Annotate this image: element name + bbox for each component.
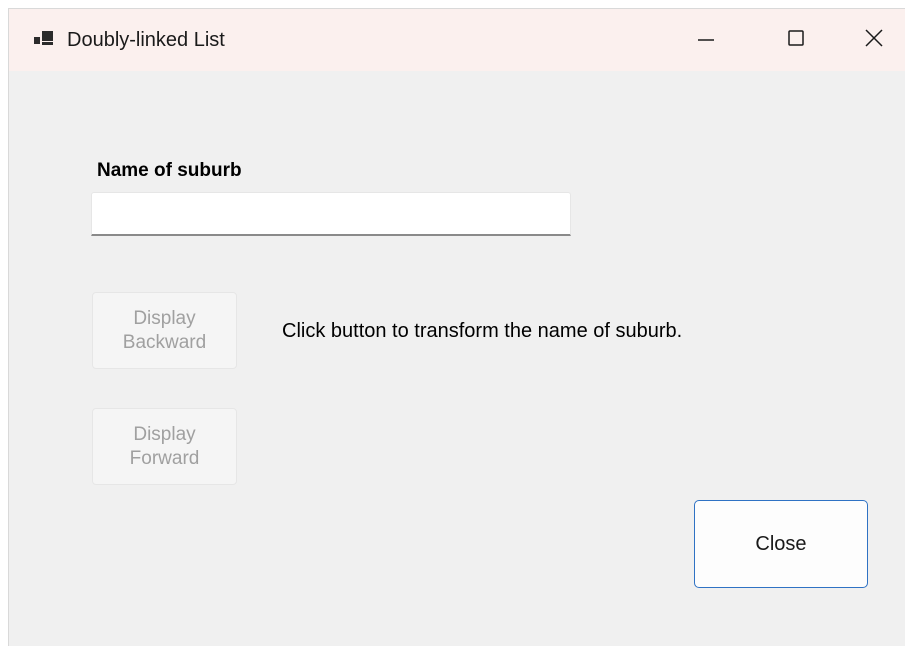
display-forward-button[interactable]: Display Forward [92, 408, 237, 485]
app-icon [33, 28, 55, 50]
display-forward-line-2: Forward [129, 447, 200, 469]
maximize-icon [785, 27, 807, 54]
maximize-button[interactable] [751, 9, 841, 71]
display-forward-line-1: Display [133, 423, 196, 445]
display-backward-line-2: Backward [122, 331, 207, 353]
display-backward-line-1: Display [133, 307, 196, 329]
close-button-label: Close [755, 533, 807, 555]
minimize-icon [695, 27, 717, 54]
close-window-button[interactable] [841, 9, 905, 71]
close-button[interactable]: Close [694, 500, 868, 588]
instruction-text: Click button to transform the name of su… [282, 320, 683, 342]
app-window: Doubly-linked List Name of suburb Displa… [8, 8, 905, 646]
title-bar[interactable]: Doubly-linked List [9, 9, 905, 71]
window-title: Doubly-linked List [67, 29, 225, 51]
close-icon [863, 27, 885, 54]
minimize-button[interactable] [661, 9, 751, 71]
display-backward-button[interactable]: Display Backward [92, 292, 237, 369]
suburb-input[interactable] [91, 192, 571, 236]
suburb-label: Name of suburb [97, 160, 242, 181]
